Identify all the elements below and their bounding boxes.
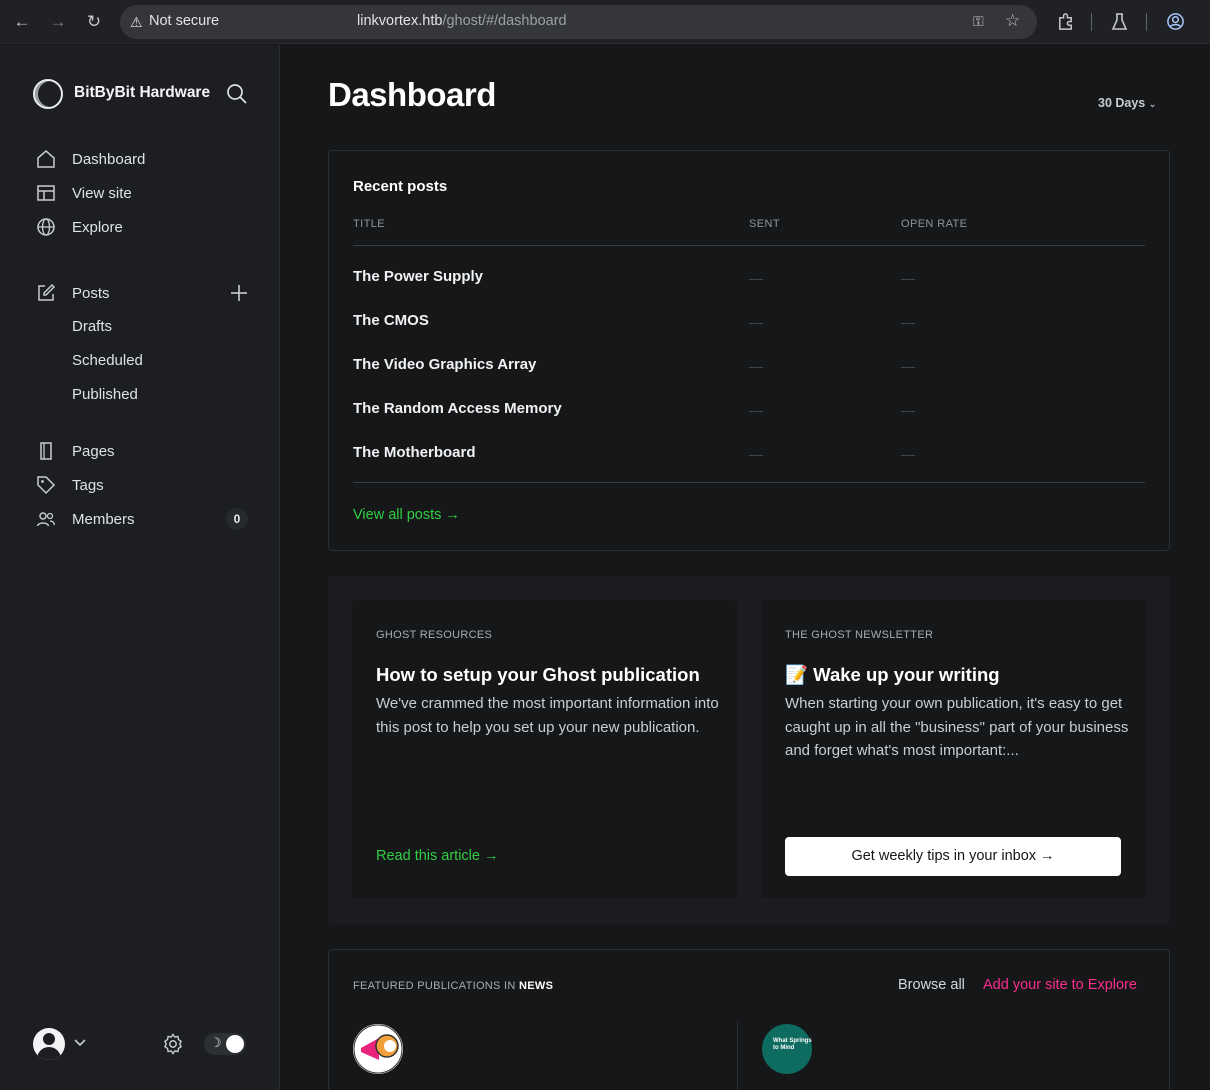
- read-article-link[interactable]: Read this article →: [376, 848, 499, 864]
- sent-empty: [749, 455, 763, 456]
- nav-explore[interactable]: Explore: [36, 214, 250, 240]
- subscribe-button[interactable]: Get weekly tips in your inbox →: [785, 837, 1121, 876]
- table-row[interactable]: The Motherboard: [353, 444, 1145, 468]
- nav-published[interactable]: Published: [72, 386, 138, 403]
- home-icon: [37, 150, 55, 168]
- nav-scheduled[interactable]: Scheduled: [72, 352, 143, 369]
- nav-members[interactable]: Members: [36, 506, 250, 532]
- column-header-open-rate: OPEN RATE: [901, 218, 968, 230]
- publication-logo-springs[interactable]: What Springs to Mind: [762, 1024, 812, 1074]
- column-header-title: TITLE: [353, 218, 385, 230]
- nav-tags[interactable]: Tags: [36, 472, 250, 498]
- resource-excerpt: We've crammed the most important informa…: [376, 695, 719, 736]
- back-icon[interactable]: ←: [11, 11, 33, 33]
- megaphone-icon: [353, 1024, 403, 1074]
- nav-explore-label: Explore: [72, 218, 123, 236]
- recent-posts-card: Recent posts TITLE SENT OPEN RATE The Po…: [328, 150, 1170, 551]
- newsletter-card: THE GHOST NEWSLETTER 📝 Wake up your writ…: [761, 600, 1146, 898]
- reload-icon[interactable]: ↻: [83, 11, 105, 33]
- members-icon: [36, 512, 56, 527]
- page-icon: [40, 442, 52, 460]
- date-range-select[interactable]: 30 Days ⌄: [1098, 96, 1156, 110]
- post-title[interactable]: The Random Access Memory: [353, 400, 562, 417]
- gear-icon[interactable]: [161, 1032, 185, 1056]
- bookmark-star-icon[interactable]: ☆: [1005, 11, 1020, 31]
- brand-logo[interactable]: [33, 79, 63, 109]
- tag-icon: [37, 476, 56, 495]
- labs-flask-icon[interactable]: [1111, 12, 1128, 31]
- table-row[interactable]: The Random Access Memory: [353, 400, 1145, 424]
- nav-view-site[interactable]: View site: [36, 180, 250, 206]
- browse-all-link[interactable]: Browse all: [898, 977, 965, 993]
- post-title[interactable]: The Video Graphics Array: [353, 356, 536, 373]
- nav-drafts[interactable]: Drafts: [72, 318, 112, 335]
- table-row[interactable]: The CMOS: [353, 312, 1145, 336]
- nav-members-label: Members: [72, 510, 135, 528]
- featured-heading: FEATURED PUBLICATIONS IN NEWS: [353, 980, 554, 992]
- forward-icon[interactable]: →: [47, 11, 69, 33]
- open-rate-empty: [901, 455, 915, 456]
- toggle-knob: [226, 1035, 244, 1053]
- browser-toolbar: ← → ↻ ⚠ Not secure linkvortex.htb/ghost/…: [0, 0, 1210, 44]
- sent-empty: [749, 323, 763, 324]
- ghost-resources-card[interactable]: GHOST RESOURCES How to setup your Ghost …: [352, 600, 737, 898]
- recent-posts-title: Recent posts: [353, 178, 448, 195]
- moon-icon: ☽: [210, 1035, 222, 1050]
- table-row[interactable]: The Power Supply: [353, 268, 1145, 292]
- post-title[interactable]: The CMOS: [353, 312, 429, 329]
- open-rate-empty: [901, 411, 915, 412]
- nav-pages-label: Pages: [72, 442, 115, 460]
- new-post-plus-icon[interactable]: [228, 282, 250, 304]
- url-text[interactable]: linkvortex.htb/ghost/#/dashboard: [357, 13, 567, 29]
- post-title[interactable]: The Motherboard: [353, 444, 476, 461]
- layout-icon: [37, 185, 55, 201]
- sidebar: BitByBit Hardware Dashboard View site Ex…: [0, 45, 280, 1090]
- open-rate-empty: [901, 279, 915, 280]
- brand-name[interactable]: BitByBit Hardware: [74, 84, 210, 102]
- open-rate-empty: [901, 367, 915, 368]
- resource-kicker: GHOST RESOURCES: [376, 629, 493, 641]
- key-icon[interactable]: ⚿: [973, 13, 984, 30]
- nav-posts[interactable]: Posts: [36, 280, 250, 306]
- newsletter-excerpt: When starting your own publication, it's…: [785, 695, 1129, 759]
- security-label[interactable]: Not secure: [149, 13, 219, 29]
- table-row[interactable]: The Video Graphics Array: [353, 356, 1145, 380]
- nav-tags-label: Tags: [72, 476, 104, 494]
- nav-view-site-label: View site: [72, 184, 132, 202]
- resource-headline[interactable]: How to setup your Ghost publication: [376, 664, 700, 686]
- sent-empty: [749, 279, 763, 280]
- extensions-icon[interactable]: [1056, 12, 1075, 31]
- chevron-down-icon: ⌄: [1148, 99, 1157, 109]
- search-icon[interactable]: [226, 83, 248, 105]
- chevron-down-icon[interactable]: [73, 1036, 87, 1050]
- newsletter-kicker: THE GHOST NEWSLETTER: [785, 629, 934, 641]
- sent-empty: [749, 367, 763, 368]
- profile-icon[interactable]: [1166, 12, 1185, 31]
- newsletter-headline[interactable]: 📝 Wake up your writing: [785, 664, 1000, 686]
- add-site-link[interactable]: Add your site to Explore: [983, 977, 1137, 993]
- nav-dashboard[interactable]: Dashboard: [36, 146, 250, 172]
- globe-icon: [37, 218, 55, 236]
- view-all-posts-link[interactable]: View all posts →: [353, 507, 460, 523]
- members-count-badge: 0: [226, 508, 248, 530]
- publication-logo-megaphone[interactable]: [353, 1024, 403, 1074]
- resources-section: GHOST RESOURCES How to setup your Ghost …: [328, 576, 1170, 924]
- nav-pages[interactable]: Pages: [36, 438, 250, 464]
- avatar[interactable]: [33, 1028, 65, 1060]
- address-bar[interactable]: ⚠ Not secure linkvortex.htb/ghost/#/dash…: [120, 5, 1037, 39]
- nav-dashboard-label: Dashboard: [72, 150, 146, 168]
- featured-publications: FEATURED PUBLICATIONS IN NEWS Browse all…: [328, 949, 1170, 1090]
- pencil-icon: [38, 283, 56, 301]
- sent-empty: [749, 411, 763, 412]
- post-title[interactable]: The Power Supply: [353, 268, 483, 285]
- nav-posts-label: Posts: [72, 284, 110, 302]
- dark-mode-toggle[interactable]: ☽: [204, 1033, 246, 1055]
- page-title: Dashboard: [328, 76, 496, 113]
- warning-icon[interactable]: ⚠: [130, 14, 143, 31]
- open-rate-empty: [901, 323, 915, 324]
- column-header-sent: SENT: [749, 218, 780, 230]
